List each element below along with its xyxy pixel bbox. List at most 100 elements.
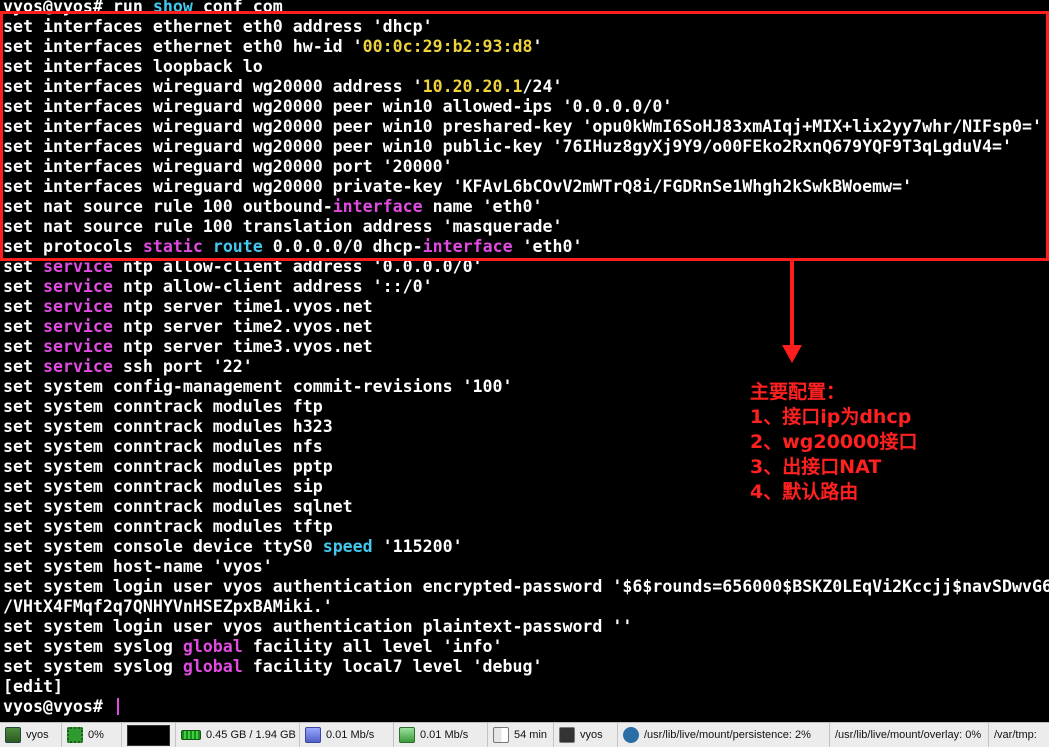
text-segment: set system host-name 'vyos' [3,557,273,576]
text-segment: set system syslog [3,637,183,656]
arrow-shaft [790,261,794,347]
disk-overlay-monitor[interactable]: /usr/lib/live/mount/overlay: 0% [830,723,989,747]
text-segment: service [42,277,113,296]
cpu-icon [67,727,83,743]
config-line: set nat source rule 100 translation addr… [3,217,562,237]
text-segment: set system login user vyos authenticatio… [3,577,1049,596]
text-segment: interface [332,197,423,216]
config-line: set interfaces wireguard wg20000 port '2… [3,157,453,177]
cpu-monitor[interactable]: 0% [62,723,122,747]
terminal-icon [5,727,21,743]
text-segment: [edit] [3,677,63,696]
text-segment: ssh port '22' [112,357,253,376]
taskbar-app-button[interactable]: vyos [554,723,618,747]
text-segment: set system login user vyos authenticatio… [3,617,633,636]
command-line: vyos@vyos# run show conf com [3,0,283,17]
download-monitor[interactable]: 0.01 Mb/s [394,723,488,747]
text-segment: set [3,357,43,376]
text-segment: ntp server time3.vyos.net [112,337,373,356]
text-segment: set interfaces wireguard wg20000 port '2… [3,157,453,176]
config-line: set system conntrack modules nfs [3,437,323,457]
text-segment: set system conntrack modules nfs [3,437,323,456]
text-segment: set interfaces wireguard wg20000 peer wi… [3,137,1013,156]
config-line: set system conntrack modules tftp [3,517,333,537]
config-line: set service ssh port '22' [3,357,253,377]
text-segment: set [3,277,43,296]
text-segment: 'eth0' [512,237,583,256]
cpu-usage: 0% [88,729,104,741]
config-line: set system syslog global facility all le… [3,637,503,657]
config-line: set system login user vyos authenticatio… [3,577,1049,597]
text-segment: interface [422,237,513,256]
text-segment: service [42,337,113,356]
terminal-title: vyos [26,729,49,741]
text-segment: name 'eth0' [422,197,543,216]
arrow-down-icon [782,345,802,363]
disk-icon [623,727,639,743]
battery-monitor[interactable]: 54 min [488,723,554,747]
text-segment: set [3,257,43,276]
annotation-title: 主要配置： [750,381,846,403]
config-line: set interfaces wireguard wg20000 peer wi… [3,97,672,117]
disk-vartmp-monitor[interactable]: /var/tmp: [989,723,1049,747]
text-segment: conf com [192,0,283,16]
text-segment: set interfaces wireguard wg20000 private… [3,177,913,196]
text-segment: set system conntrack modules pptp [3,457,333,476]
config-line: set interfaces wireguard wg20000 address… [3,77,562,97]
config-line: set system conntrack modules h323 [3,417,333,437]
terminal-window[interactable]: vyos@vyos# run show conf com set interfac… [0,0,1049,721]
annotation-item: 2、wg20000接口 [750,431,918,453]
text-segment: set interfaces ethernet eth0 address 'dh… [3,17,433,36]
text-segment: set system conntrack modules sip [3,477,323,496]
text-segment: speed [322,537,373,556]
cpu-graph-canvas [127,724,170,746]
text-segment: set protocols [3,237,143,256]
taskbar-terminal-button[interactable]: vyos [0,723,62,747]
text-segment: set system syslog [3,657,183,676]
config-line: set interfaces wireguard wg20000 peer wi… [3,137,1012,157]
text-segment: 00:0c:29:b2:93:d8 [362,37,533,56]
config-line: set interfaces ethernet eth0 address 'dh… [3,17,433,37]
app-title: vyos [580,729,603,741]
text-segment: ntp allow-client address '0.0.0.0/0' [112,257,483,276]
memory-monitor[interactable]: 0.45 GB / 1.94 GB [176,723,300,747]
text-segment: set [3,337,43,356]
text-segment: set interfaces wireguard wg20000 peer wi… [3,117,1042,136]
config-line: set system conntrack modules sqlnet [3,497,353,517]
text-segment: service [42,257,113,276]
config-line: vyos@vyos# [3,697,119,717]
text-segment: set system config-management commit-revi… [3,377,513,396]
text-segment: /VHtX4FMqf2q7QNHYVnHSEZpxBAMiki.' [3,597,333,616]
config-line: set system conntrack modules ftp [3,397,323,417]
memory-usage: 0.45 GB / 1.94 GB [206,729,296,741]
text-segment: '115200' [372,537,463,556]
annotation-item: 4、默认路由 [750,481,859,503]
mount-overlay: /usr/lib/live/mount/overlay: 0% [835,729,982,741]
config-line: set system login user vyos authenticatio… [3,617,632,637]
text-segment: ntp server time2.vyos.net [112,317,373,336]
taskbar: vyos 0% 0.45 GB / 1.94 GB 0.01 Mb/s 0.01… [0,722,1049,747]
text-segment: /24' [522,77,563,96]
text-segment: set system conntrack modules h323 [3,417,333,436]
config-line: set service ntp server time3.vyos.net [3,337,373,357]
text-segment [203,237,213,256]
config-line: [edit] [3,677,63,697]
text-segment: facility all level 'info' [242,637,503,656]
memory-icon [181,730,201,740]
config-line: set interfaces wireguard wg20000 peer wi… [3,117,1042,137]
upload-monitor[interactable]: 0.01 Mb/s [300,723,394,747]
text-segment: route [212,237,263,256]
text-segment: 0.0.0.0/0 dhcp- [262,237,423,256]
text-segment: ntp server time1.vyos.net [112,297,373,316]
config-line: set interfaces loopback lo [3,57,263,77]
mount-persistence: /usr/lib/live/mount/persistence: 2% [644,729,811,741]
config-line: set nat source rule 100 outbound-interfa… [3,197,543,217]
text-segment: set interfaces wireguard wg20000 peer wi… [3,97,673,116]
text-segment: vyos@vyos# [3,697,113,716]
config-line: set service ntp server time2.vyos.net [3,317,373,337]
disk-persistence-monitor[interactable]: /usr/lib/live/mount/persistence: 2% [618,723,830,747]
text-segment: service [42,357,113,376]
text-segment: set system console device ttyS0 [3,537,323,556]
text-segment: ntp allow-client address '::/0' [112,277,433,296]
config-line: set system console device ttyS0 speed '1… [3,537,463,557]
